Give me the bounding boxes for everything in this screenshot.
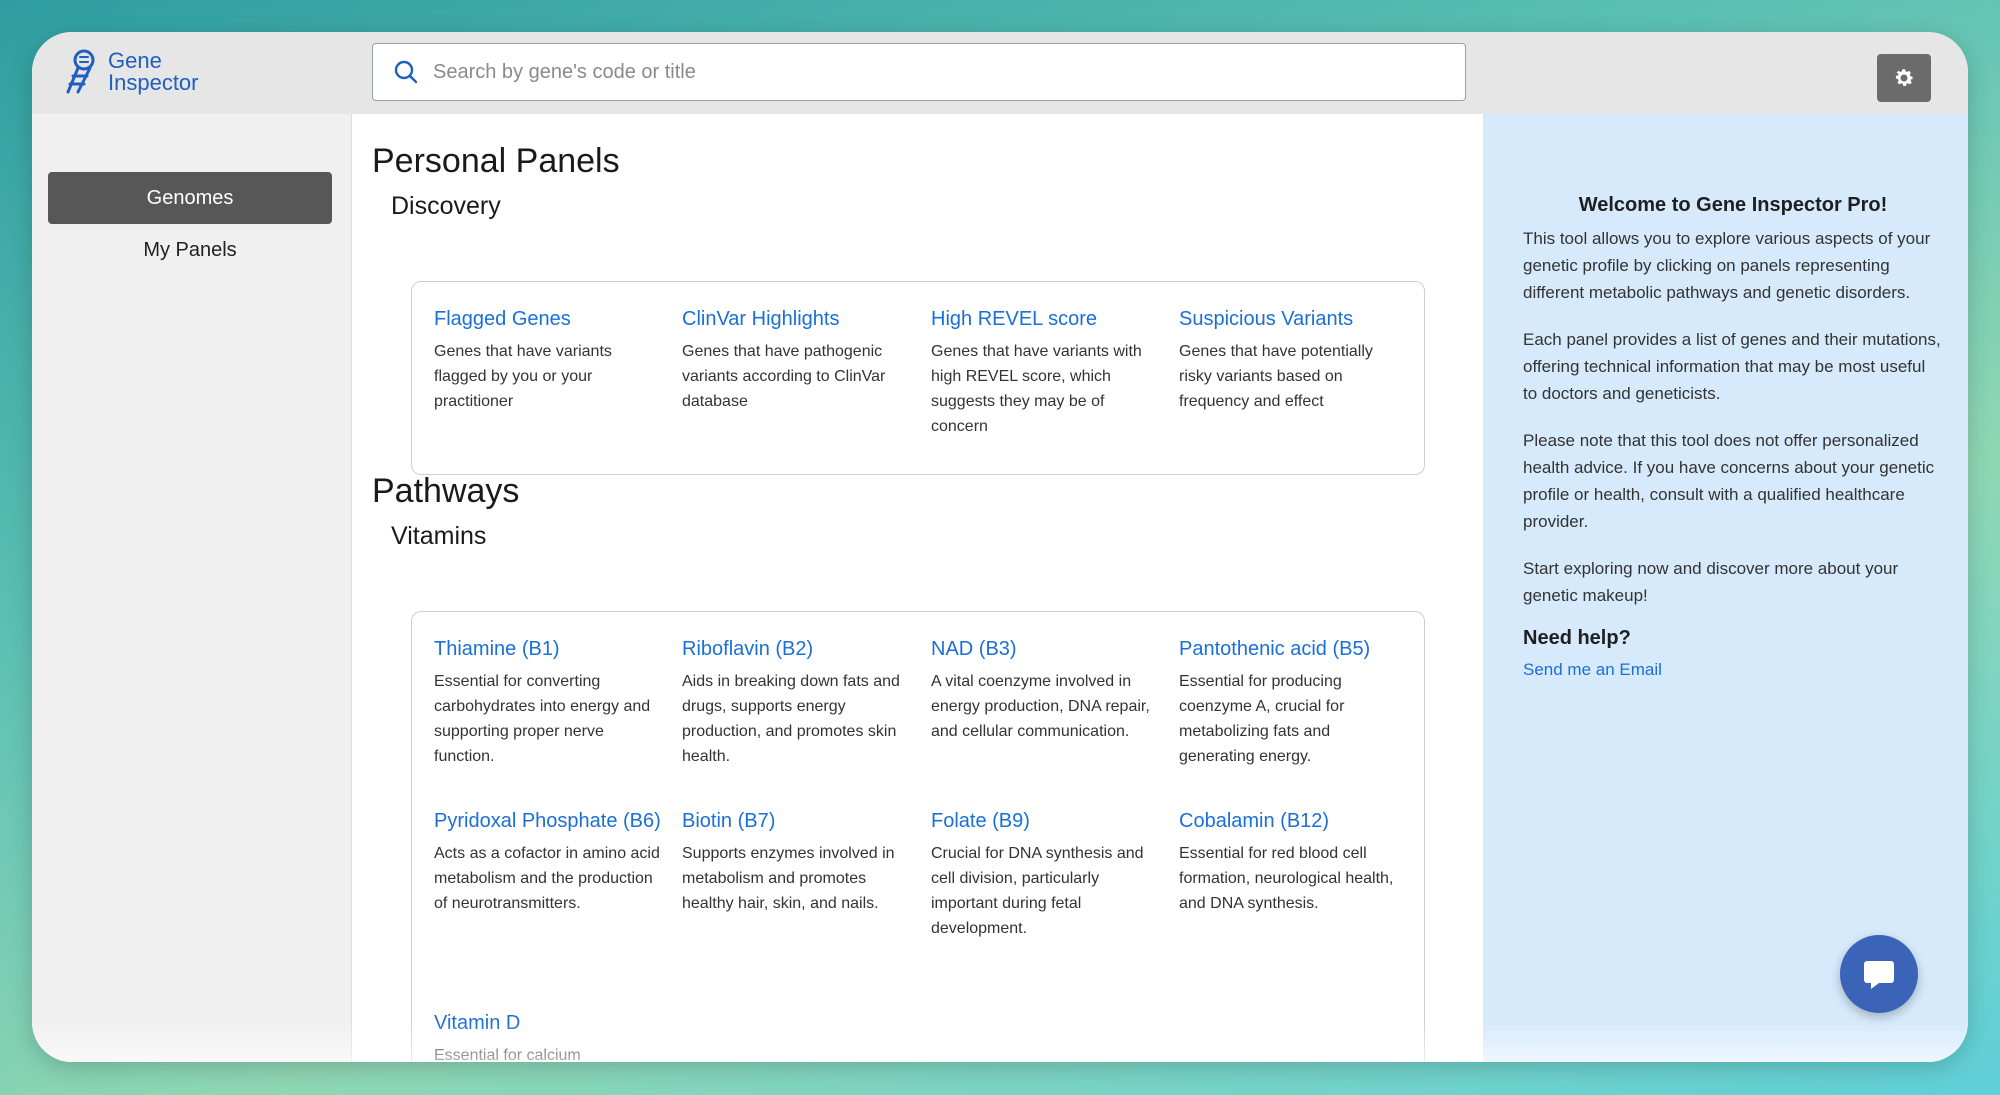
info-paragraph: Each panel provides a list of genes and … [1523, 330, 1941, 403]
panel-card-pyridoxal-phosphate[interactable]: Pyridoxal Phosphate (B6) Acts as a cofac… [434, 806, 664, 916]
panel-card-thiamine[interactable]: Thiamine (B1) Essential for converting c… [434, 634, 664, 769]
panel-card-title[interactable]: Riboflavin (B2) [682, 634, 912, 665]
chat-bubble-icon [1864, 961, 1894, 989]
panel-card-nad[interactable]: NAD (B3) A vital coenzyme involved in en… [931, 634, 1161, 744]
info-paragraph: This tool allows you to explore various … [1523, 229, 1931, 302]
panel-card-desc: Essential for producing coenzyme A, cruc… [1179, 673, 1345, 765]
search-bar[interactable] [372, 43, 1466, 101]
panel-card-title[interactable]: High REVEL score [931, 304, 1161, 335]
panel-card-desc: A vital coenzyme involved in energy prod… [931, 673, 1150, 740]
info-panel: Welcome to Gene Inspector Pro! This tool… [1483, 114, 1968, 1062]
info-title: Welcome to Gene Inspector Pro! [1578, 194, 1888, 216]
panel-card-desc: Aids in breaking down fats and drugs, su… [682, 673, 900, 765]
section-title-pathways: Pathways [372, 472, 520, 510]
panel-card-riboflavin[interactable]: Riboflavin (B2) Aids in breaking down fa… [682, 634, 912, 769]
panel-card-desc: Crucial for DNA synthesis and cell divis… [931, 845, 1144, 937]
logo-line-1: Gene [108, 48, 162, 73]
help-title: Need help? [1523, 627, 1631, 649]
panel-card-desc: Genes that have variants flagged by you … [434, 343, 612, 410]
info-paragraph: Please note that this tool does not offe… [1523, 431, 1935, 531]
panel-card-title[interactable]: Pantothenic acid (B5) [1179, 634, 1409, 665]
panel-card-title[interactable]: Vitamin D [434, 1008, 664, 1039]
dna-magnifier-icon [66, 49, 95, 94]
panel-card-suspicious-variants[interactable]: Suspicious Variants Genes that have pote… [1179, 304, 1409, 414]
panel-card-title[interactable]: Folate (B9) [931, 806, 1161, 837]
send-email-link[interactable]: Send me an Email [1523, 660, 1943, 680]
app-window: Gene Inspector Genomes My Panels Persona… [32, 32, 1968, 1062]
sidebar-item-label: My Panels [143, 238, 237, 261]
sidebar-item-my-panels[interactable]: My Panels [48, 224, 332, 276]
panel-card-vitamin-d[interactable]: Vitamin D Essential for calcium absorpti… [434, 1008, 664, 1062]
panel-card-flagged-genes[interactable]: Flagged Genes Genes that have variants f… [434, 304, 664, 414]
main-content: Personal Panels Discovery Flagged Genes … [352, 114, 1483, 1062]
app-logo[interactable]: Gene Inspector [64, 48, 199, 96]
panel-card-cobalamin[interactable]: Cobalamin (B12) Essential for red blood … [1179, 806, 1409, 916]
panel-card-desc: Essential for red blood cell formation, … [1179, 845, 1394, 912]
search-input[interactable] [433, 60, 1413, 84]
section-title-personal-panels: Personal Panels [372, 142, 620, 180]
panel-card-biotin[interactable]: Biotin (B7) Supports enzymes involved in… [682, 806, 912, 916]
section-subtitle-discovery: Discovery [391, 192, 501, 220]
panel-card-pantothenic-acid[interactable]: Pantothenic acid (B5) Essential for prod… [1179, 634, 1409, 769]
sidebar: Genomes My Panels [32, 114, 352, 1062]
panel-card-desc: Essential for converting carbohydrates i… [434, 673, 651, 765]
panel-card-title[interactable]: Thiamine (B1) [434, 634, 664, 665]
section-subtitle-vitamins: Vitamins [391, 522, 487, 550]
app-logo-text: Gene Inspector [108, 50, 199, 94]
panel-card-high-revel-score[interactable]: High REVEL score Genes that have variant… [931, 304, 1161, 439]
panel-card-title[interactable]: Biotin (B7) [682, 806, 912, 837]
panel-card-title[interactable]: Cobalamin (B12) [1179, 806, 1409, 837]
panel-card-title[interactable]: ClinVar Highlights [682, 304, 912, 335]
panel-card-clinvar-highlights[interactable]: ClinVar Highlights Genes that have patho… [682, 304, 912, 414]
info-panel-content: Welcome to Gene Inspector Pro! This tool… [1523, 194, 1943, 680]
info-paragraph: Start exploring now and discover more ab… [1523, 559, 1899, 605]
sidebar-item-label: Genomes [146, 186, 234, 209]
vitamins-panel-box: Thiamine (B1) Essential for converting c… [411, 611, 1425, 1062]
logo-line-2: Inspector [108, 70, 199, 95]
panel-card-desc: Acts as a cofactor in amino acid metabol… [434, 845, 660, 912]
top-bar: Gene Inspector [32, 32, 1968, 114]
chat-button[interactable] [1840, 935, 1918, 1013]
sidebar-item-genomes[interactable]: Genomes [48, 172, 332, 224]
panel-card-title[interactable]: Suspicious Variants [1179, 304, 1409, 335]
panel-card-desc: Genes that have variants with high REVEL… [931, 343, 1142, 435]
gear-icon [1895, 69, 1914, 86]
panel-card-title[interactable]: NAD (B3) [931, 634, 1161, 665]
panel-card-folate[interactable]: Folate (B9) Crucial for DNA synthesis an… [931, 806, 1161, 941]
discovery-panel-box: Flagged Genes Genes that have variants f… [411, 281, 1425, 475]
settings-button[interactable] [1877, 54, 1931, 102]
search-icon [394, 60, 418, 84]
panel-card-desc: Genes that have pathogenic variants acco… [682, 343, 886, 410]
panel-card-title[interactable]: Flagged Genes [434, 304, 664, 335]
panel-card-title[interactable]: Pyridoxal Phosphate (B6) [434, 806, 664, 837]
panel-card-desc: Genes that have potentially risky varian… [1179, 343, 1373, 410]
panel-card-desc: Essential for calcium absorption, bone h… [434, 1047, 581, 1062]
panel-card-desc: Supports enzymes involved in metabolism … [682, 845, 895, 912]
